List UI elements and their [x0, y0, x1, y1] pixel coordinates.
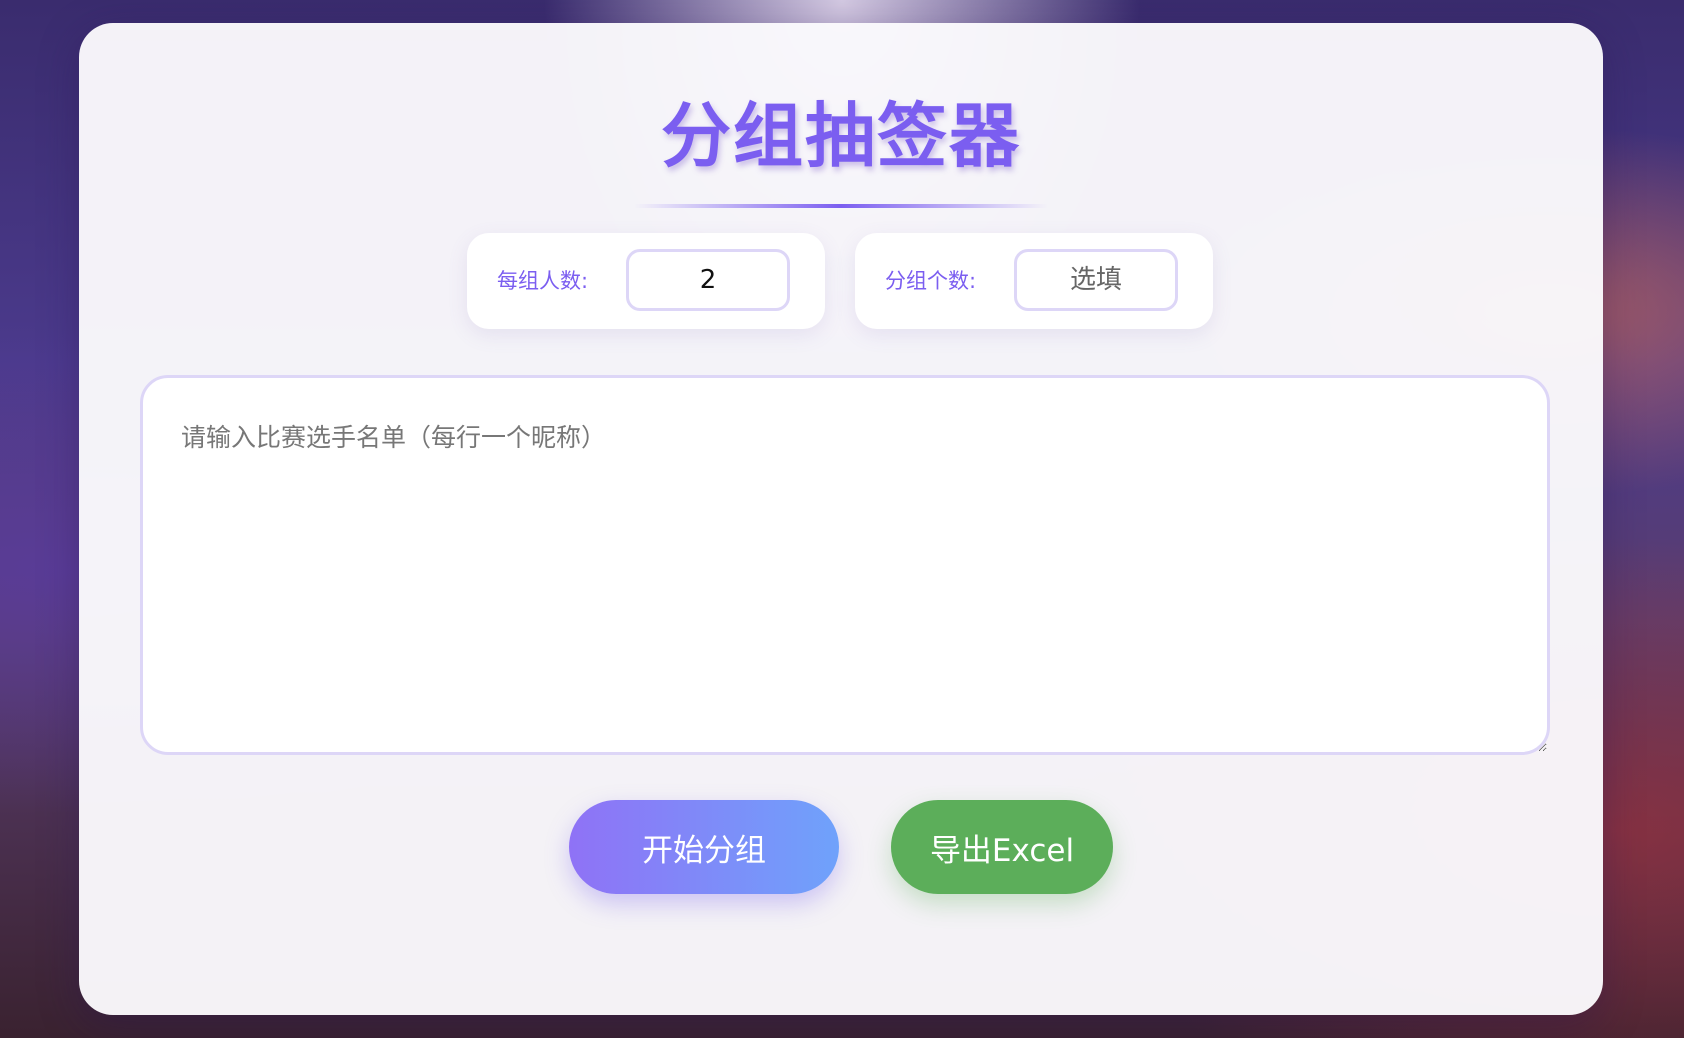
group-size-option: 每组人数: [467, 233, 825, 329]
main-panel: 分组抽签器 每组人数: 分组个数: 开始分组 导出Excel [79, 23, 1603, 1015]
export-excel-button[interactable]: 导出Excel [891, 800, 1113, 894]
group-count-input[interactable] [1014, 249, 1178, 311]
group-size-input[interactable] [626, 249, 790, 311]
start-grouping-button[interactable]: 开始分组 [569, 800, 839, 894]
group-count-option: 分组个数: [855, 233, 1213, 329]
group-size-label: 每组人数: [497, 269, 589, 293]
page-title: 分组抽签器 [661, 95, 1021, 177]
group-count-label: 分组个数: [885, 269, 977, 293]
title-underline [634, 204, 1048, 208]
player-names-textarea[interactable] [140, 375, 1550, 755]
